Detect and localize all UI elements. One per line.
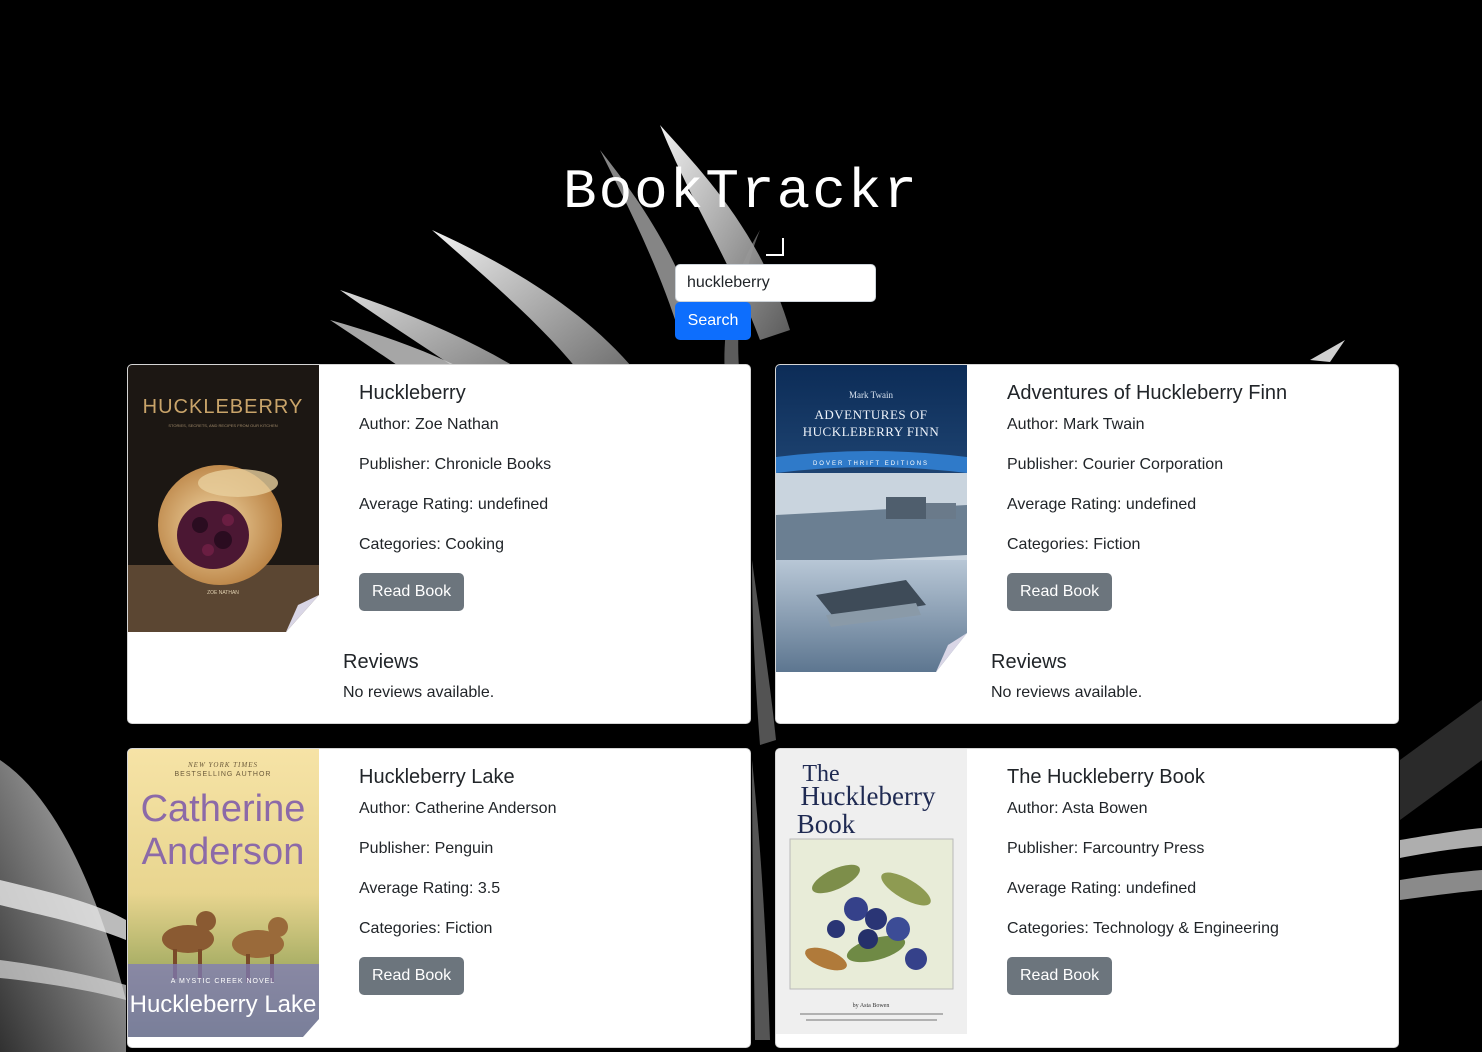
book-title: Huckleberry (359, 382, 466, 404)
book-author: Author: Catherine Anderson (359, 800, 557, 817)
reviews-empty-text: No reviews available. (991, 684, 1143, 701)
resize-corner-icon (766, 238, 784, 256)
read-book-button[interactable]: Read Book (359, 957, 465, 995)
book-publisher: Publisher: Farcountry Press (1007, 840, 1205, 857)
book-cover-image: NEW YORK TIMES BESTSELLING AUTHOR Cather… (128, 749, 319, 1037)
book-rating: Average Rating: undefined (1007, 880, 1197, 897)
book-categories: Categories: Cooking (359, 536, 504, 553)
cover-title: HUCKLEBERRY (143, 396, 304, 418)
svg-text:Catherine: Catherine (141, 788, 306, 830)
book-categories: Categories: Fiction (359, 920, 493, 937)
svg-text:ZOE NATHAN: ZOE NATHAN (207, 590, 239, 596)
svg-text:BESTSELLING AUTHOR: BESTSELLING AUTHOR (175, 771, 272, 778)
book-categories: Categories: Technology & Engineering (1007, 920, 1279, 937)
svg-text:Huckleberry: Huckleberry (801, 781, 936, 811)
search-input[interactable] (675, 264, 876, 302)
book-publisher: Publisher: Chronicle Books (359, 456, 552, 473)
read-book-button[interactable]: Read Book (359, 573, 465, 611)
book-categories: Categories: Fiction (1007, 536, 1141, 553)
book-info: Adventures of Huckleberry Finn Author: M… (1007, 381, 1387, 611)
svg-text:Book: Book (797, 809, 856, 839)
book-publisher: Publisher: Penguin (359, 840, 494, 857)
book-rating: Average Rating: 3.5 (359, 880, 501, 897)
read-book-button[interactable]: Read Book (1007, 573, 1113, 611)
book-title: Huckleberry Lake (359, 766, 515, 788)
reviews-section: Reviews No reviews available. (991, 649, 1391, 705)
book-card: Mark Twain ADVENTURES OF HUCKLEBERRY FIN… (775, 364, 1399, 724)
book-publisher: Publisher: Courier Corporation (1007, 456, 1224, 473)
svg-text:HUCKLEBERRY FINN: HUCKLEBERRY FINN (803, 424, 940, 439)
book-title: The Huckleberry Book (1007, 766, 1205, 788)
book-card: The Huckleberry Book by Asta Bowen The H… (775, 748, 1399, 1048)
book-author: Author: Zoe Nathan (359, 416, 499, 433)
book-card: NEW YORK TIMES BESTSELLING AUTHOR Cather… (127, 748, 751, 1048)
svg-text:Huckleberry Lake: Huckleberry Lake (130, 991, 317, 1018)
svg-text:STORIES, SECRETS, AND RECIPES: STORIES, SECRETS, AND RECIPES FROM OUR K… (168, 423, 277, 428)
reviews-empty-text: No reviews available. (343, 684, 495, 701)
svg-text:by Asta Bowen: by Asta Bowen (853, 1003, 890, 1009)
svg-text:A MYSTIC CREEK NOVEL: A MYSTIC CREEK NOVEL (171, 978, 275, 985)
book-author: Author: Mark Twain (1007, 416, 1145, 433)
book-cover-image: HUCKLEBERRY STORIES, SECRETS, AND RECIPE… (128, 365, 319, 632)
book-cover-image: Mark Twain ADVENTURES OF HUCKLEBERRY FIN… (776, 365, 967, 672)
reviews-heading: Reviews (343, 651, 419, 673)
svg-text:DOVER THRIFT EDITIONS: DOVER THRIFT EDITIONS (813, 461, 929, 467)
svg-text:ADVENTURES OF: ADVENTURES OF (814, 407, 927, 422)
book-rating: Average Rating: undefined (359, 496, 549, 513)
book-author: Author: Asta Bowen (1007, 800, 1148, 817)
app-title: BookTrackr (562, 160, 920, 224)
book-info: Huckleberry Lake Author: Catherine Ander… (359, 765, 739, 995)
svg-text:Mark Twain: Mark Twain (849, 390, 893, 400)
reviews-heading: Reviews (991, 651, 1067, 673)
book-cover-image: The Huckleberry Book by Asta Bowen (776, 749, 967, 1034)
book-info: Huckleberry Author: Zoe Nathan Publisher… (359, 381, 739, 611)
book-rating: Average Rating: undefined (1007, 496, 1197, 513)
read-book-button[interactable]: Read Book (1007, 957, 1113, 995)
book-card: HUCKLEBERRY STORIES, SECRETS, AND RECIPE… (127, 364, 751, 724)
search-button[interactable]: Search (675, 302, 751, 340)
book-title: Adventures of Huckleberry Finn (1007, 382, 1288, 404)
reviews-section: Reviews No reviews available. (343, 649, 743, 705)
svg-text:NEW YORK TIMES: NEW YORK TIMES (187, 761, 258, 769)
book-info: The Huckleberry Book Author: Asta Bowen … (1007, 765, 1387, 995)
svg-text:Anderson: Anderson (142, 831, 305, 873)
